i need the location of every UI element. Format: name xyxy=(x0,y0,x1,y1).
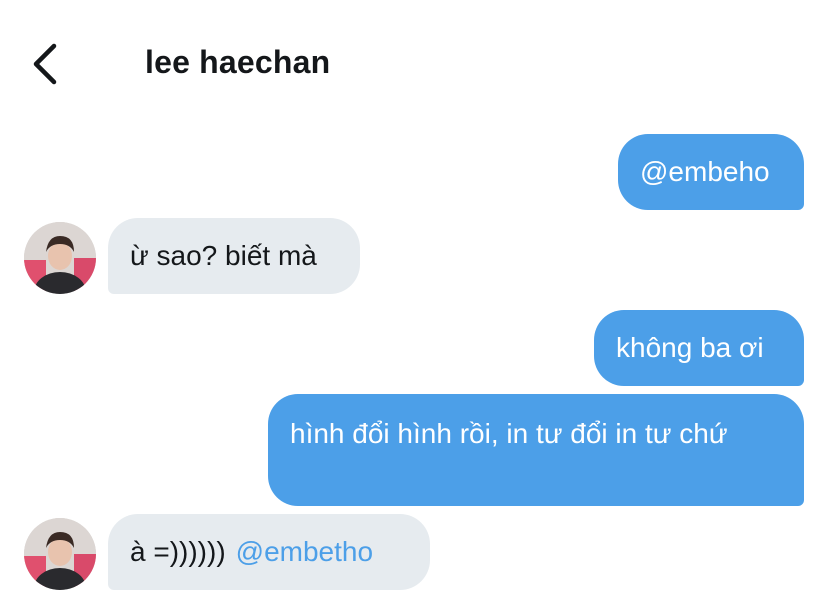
message-outgoing[interactable]: hình đổi hình rồi, in tư đổi in tư chứ xyxy=(268,394,804,506)
profile-photo xyxy=(24,222,96,294)
message-text: ừ sao? biết mà xyxy=(130,240,317,271)
profile-photo xyxy=(24,518,96,590)
message-text: à =)))))) xyxy=(130,536,226,567)
message-outgoing[interactable]: @embeho xyxy=(618,134,804,210)
chevron-left-icon xyxy=(33,43,57,85)
message-incoming[interactable]: à =)))))) @embetho xyxy=(108,514,430,590)
message-text: không ba ơi xyxy=(616,332,764,363)
chat-header: lee haechan xyxy=(0,0,826,120)
back-button[interactable] xyxy=(24,40,64,88)
message-text: @embeho xyxy=(640,156,770,187)
avatar[interactable] xyxy=(24,222,96,294)
message-incoming[interactable]: ừ sao? biết mà xyxy=(108,218,360,294)
avatar[interactable] xyxy=(24,518,96,590)
user-mention-link[interactable]: @embetho xyxy=(236,534,373,570)
message-outgoing[interactable]: không ba ơi xyxy=(594,310,804,386)
message-text: hình đổi hình rồi, in tư đổi in tư chứ xyxy=(290,418,728,449)
conversation-title: lee haechan xyxy=(145,44,331,80)
